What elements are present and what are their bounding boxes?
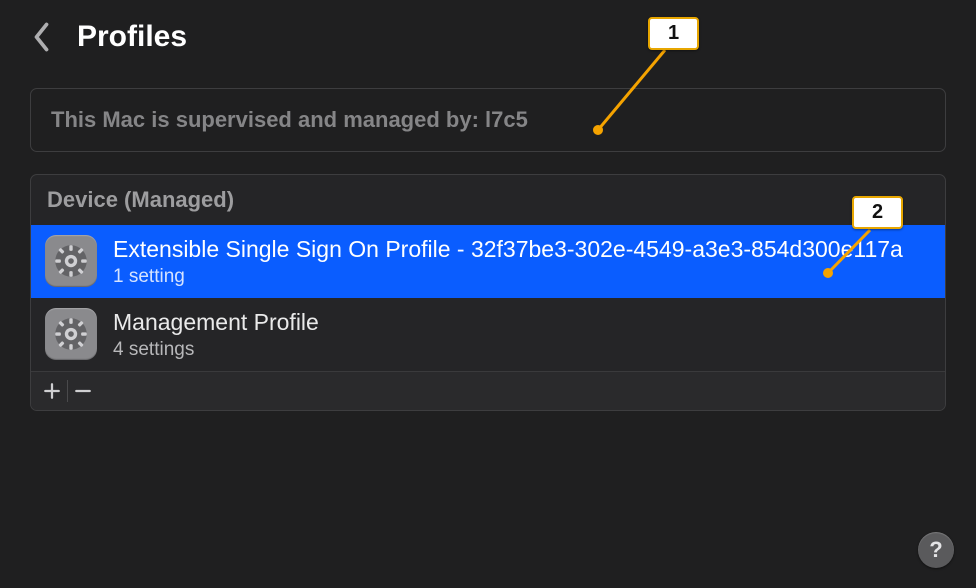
remove-profile-button[interactable] xyxy=(68,377,98,405)
profiles-panel: Device (Managed) xyxy=(30,174,946,411)
add-profile-button[interactable] xyxy=(37,377,67,405)
profile-subtitle: 1 setting xyxy=(113,266,931,288)
profiles-footer-bar xyxy=(31,371,945,410)
annotation-badge-1: 1 xyxy=(648,17,699,50)
annotation-badge-2: 2 xyxy=(852,196,903,229)
help-button[interactable]: ? xyxy=(918,532,954,568)
page-title: Profiles xyxy=(77,20,187,54)
profile-name: Management Profile xyxy=(113,308,931,337)
header-bar: Profiles xyxy=(0,0,976,64)
chevron-left-icon xyxy=(32,22,51,52)
gear-icon xyxy=(45,235,97,287)
profile-name: Extensible Single Sign On Profile - 32f3… xyxy=(113,235,931,264)
profile-subtitle: 4 settings xyxy=(113,339,931,361)
minus-icon xyxy=(74,382,92,400)
gear-icon xyxy=(45,308,97,360)
back-button[interactable] xyxy=(22,18,61,56)
supervision-banner: This Mac is supervised and managed by: l… xyxy=(30,88,946,152)
profile-row-management[interactable]: Management Profile 4 settings xyxy=(31,298,945,371)
help-icon: ? xyxy=(929,537,942,563)
profile-row-sso[interactable]: Extensible Single Sign On Profile - 32f3… xyxy=(31,225,945,298)
device-section-header: Device (Managed) xyxy=(31,175,945,225)
plus-icon xyxy=(43,382,61,400)
